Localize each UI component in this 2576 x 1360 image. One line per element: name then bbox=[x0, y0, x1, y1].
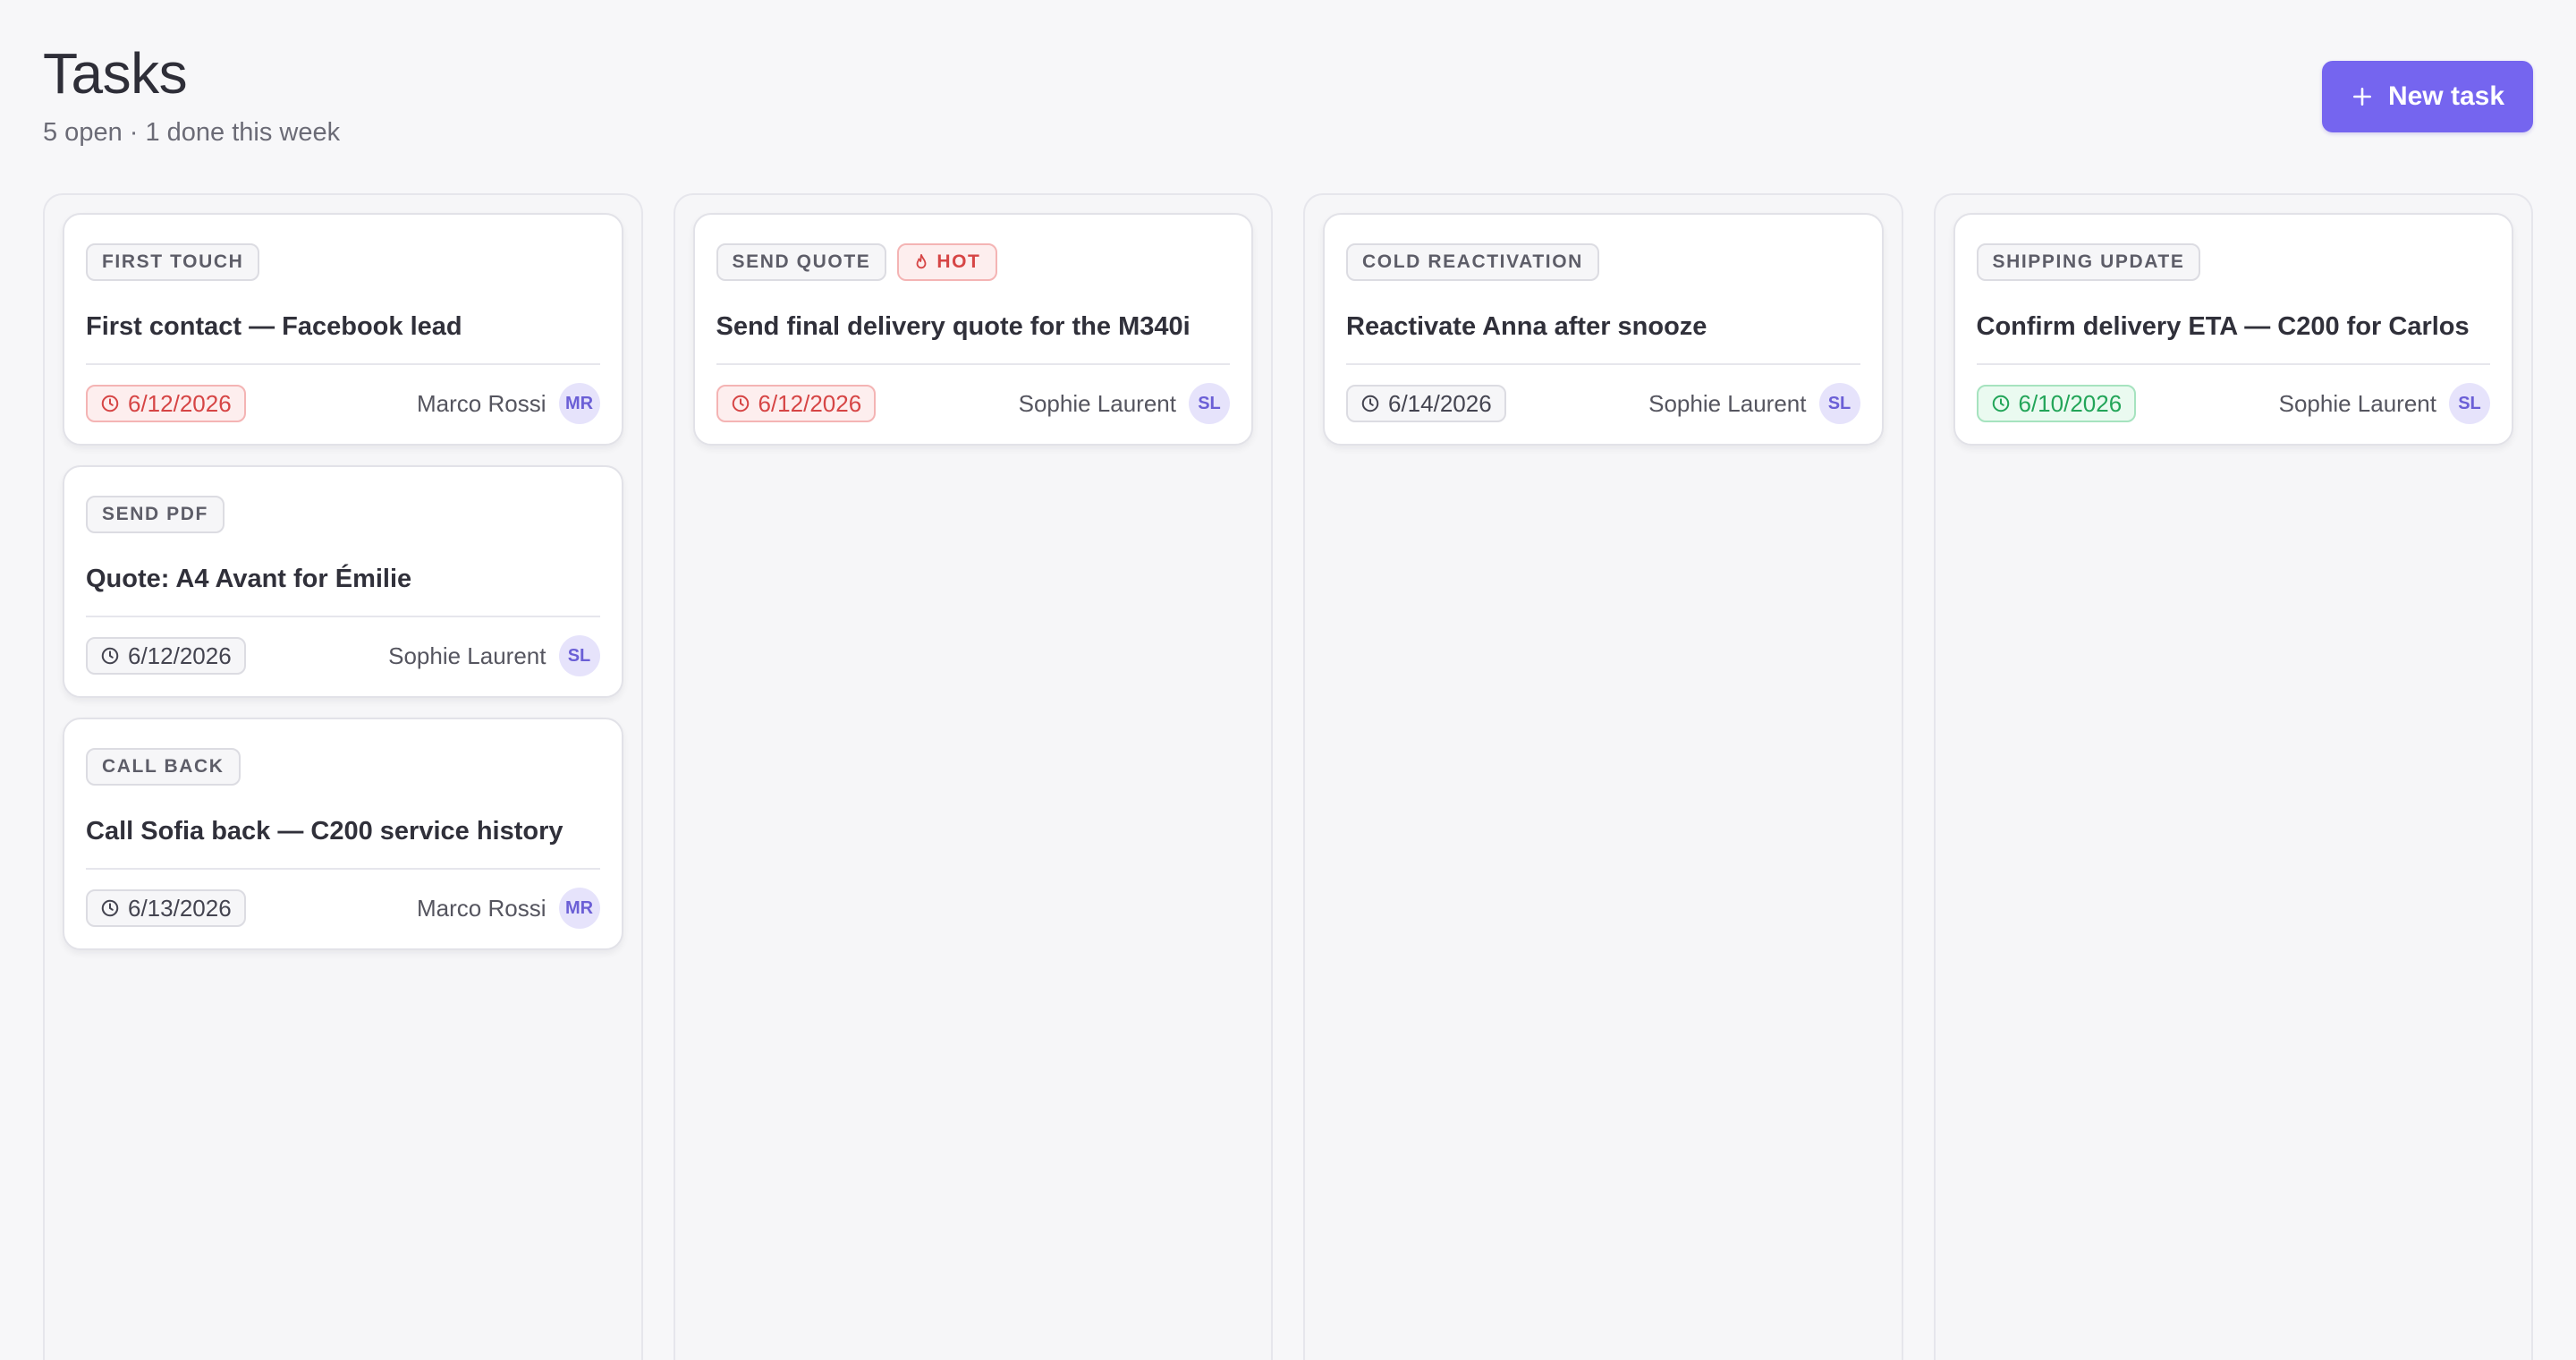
task-type-tag: SEND QUOTE bbox=[716, 243, 887, 281]
assignee-name: Marco Rossi bbox=[417, 389, 547, 417]
card-tags: SEND QUOTE HOT bbox=[716, 243, 1231, 281]
task-type-tag: CALL BACK bbox=[86, 748, 241, 786]
assignee[interactable]: Sophie Laurent SL bbox=[1019, 383, 1230, 424]
task-card[interactable]: FIRST TOUCH First contact — Facebook lea… bbox=[63, 213, 623, 446]
board-column: FIRST TOUCH First contact — Facebook lea… bbox=[43, 193, 643, 1360]
flame-icon bbox=[916, 254, 927, 269]
card-tags: SEND PDF bbox=[86, 496, 600, 533]
task-title: Quote: A4 Avant for Émilie bbox=[86, 565, 412, 593]
board-column: SHIPPING UPDATE Confirm delivery ETA — C… bbox=[1933, 193, 2533, 1360]
task-card[interactable]: COLD REACTIVATION Reactivate Anna after … bbox=[1323, 213, 1884, 446]
card-footer: 6/10/2026 Sophie Laurent SL bbox=[1976, 383, 2490, 424]
avatar: MR bbox=[558, 383, 600, 424]
clock-icon bbox=[101, 899, 119, 917]
due-date: 6/10/2026 bbox=[2018, 389, 2123, 417]
card-footer: 6/12/2026 Sophie Laurent SL bbox=[716, 383, 1230, 424]
hot-label: HOT bbox=[936, 251, 981, 272]
task-board: FIRST TOUCH First contact — Facebook lea… bbox=[43, 193, 2533, 1360]
task-title: Send final delivery quote for the M340i bbox=[716, 312, 1191, 341]
new-task-label: New task bbox=[2387, 81, 2505, 111]
assignee[interactable]: Sophie Laurent SL bbox=[1648, 383, 1860, 424]
avatar: SL bbox=[1818, 383, 1860, 424]
clock-icon bbox=[1992, 395, 2009, 412]
task-type-tag: SEND PDF bbox=[86, 496, 225, 533]
card-tags: FIRST TOUCH bbox=[86, 243, 600, 281]
plus-icon bbox=[2352, 88, 2371, 106]
assignee-name: Sophie Laurent bbox=[2278, 389, 2436, 417]
task-card[interactable]: SEND PDF Quote: A4 Avant for Émilie 6/12… bbox=[63, 465, 623, 698]
card-tags: CALL BACK bbox=[86, 748, 600, 786]
page-title: Tasks bbox=[43, 41, 188, 106]
task-type-tag: SHIPPING UPDATE bbox=[1976, 243, 2201, 281]
task-card[interactable]: SHIPPING UPDATE Confirm delivery ETA — C… bbox=[1953, 213, 2513, 446]
task-title: First contact — Facebook lead bbox=[86, 312, 462, 341]
card-footer: 6/12/2026 Marco Rossi MR bbox=[86, 383, 600, 424]
new-task-button[interactable]: New task bbox=[2322, 61, 2533, 132]
assignee-name: Sophie Laurent bbox=[388, 642, 547, 669]
card-divider bbox=[1976, 363, 2490, 365]
task-card[interactable]: CALL BACK Call Sofia back — C200 service… bbox=[63, 718, 623, 950]
card-divider bbox=[86, 868, 600, 870]
assignee[interactable]: Sophie Laurent SL bbox=[388, 635, 600, 676]
avatar: MR bbox=[558, 888, 600, 929]
task-title: Reactivate Anna after snooze bbox=[1346, 312, 1707, 341]
card-divider bbox=[1346, 363, 1860, 365]
due-date-badge: 6/13/2026 bbox=[86, 889, 246, 927]
avatar: SL bbox=[2449, 383, 2490, 424]
due-date: 6/12/2026 bbox=[758, 389, 862, 417]
assignee-name: Marco Rossi bbox=[417, 894, 547, 922]
due-date: 6/12/2026 bbox=[128, 389, 232, 417]
assignee[interactable]: Marco Rossi MR bbox=[417, 383, 600, 424]
hot-tag: HOT bbox=[897, 243, 997, 281]
card-tags: COLD REACTIVATION bbox=[1346, 243, 1860, 281]
due-date-badge: 6/12/2026 bbox=[716, 385, 877, 422]
clock-icon bbox=[1361, 395, 1379, 412]
task-type-tag: COLD REACTIVATION bbox=[1346, 243, 1599, 281]
page-header: Tasks 5 open · 1 done this week bbox=[43, 39, 340, 148]
card-divider bbox=[716, 363, 1230, 365]
board-column: SEND QUOTE HOT Send final delivery quote… bbox=[673, 193, 1273, 1360]
tasks-page: Tasks 5 open · 1 done this week New task… bbox=[0, 0, 2576, 1360]
avatar: SL bbox=[558, 635, 600, 676]
due-date: 6/12/2026 bbox=[128, 642, 232, 669]
card-divider bbox=[86, 616, 600, 617]
card-footer: 6/14/2026 Sophie Laurent SL bbox=[1346, 383, 1860, 424]
task-title: Call Sofia back — C200 service history bbox=[86, 817, 564, 846]
due-date-badge: 6/12/2026 bbox=[86, 385, 246, 422]
task-card[interactable]: SEND QUOTE HOT Send final delivery quote… bbox=[692, 213, 1253, 446]
assignee[interactable]: Marco Rossi MR bbox=[417, 888, 600, 929]
task-type-tag: FIRST TOUCH bbox=[86, 243, 260, 281]
board-column: COLD REACTIVATION Reactivate Anna after … bbox=[1303, 193, 1903, 1360]
due-date: 6/13/2026 bbox=[128, 894, 232, 922]
due-date: 6/14/2026 bbox=[1388, 389, 1492, 417]
card-footer: 6/12/2026 Sophie Laurent SL bbox=[86, 635, 600, 676]
page-subtitle: 5 open · 1 done this week bbox=[43, 118, 341, 147]
due-date-badge: 6/12/2026 bbox=[86, 637, 246, 675]
clock-icon bbox=[101, 395, 119, 412]
card-tags: SHIPPING UPDATE bbox=[1976, 243, 2491, 281]
task-title: Confirm delivery ETA — C200 for Carlos bbox=[1976, 312, 2470, 341]
due-date-badge: 6/14/2026 bbox=[1346, 385, 1506, 422]
assignee[interactable]: Sophie Laurent SL bbox=[2279, 383, 2490, 424]
assignee-name: Sophie Laurent bbox=[1018, 389, 1176, 417]
card-footer: 6/13/2026 Marco Rossi MR bbox=[86, 888, 600, 929]
clock-icon bbox=[732, 395, 749, 412]
card-divider bbox=[86, 363, 600, 365]
assignee-name: Sophie Laurent bbox=[1648, 389, 1807, 417]
clock-icon bbox=[101, 647, 119, 665]
avatar: SL bbox=[1189, 383, 1230, 424]
due-date-badge: 6/10/2026 bbox=[1976, 385, 2137, 422]
